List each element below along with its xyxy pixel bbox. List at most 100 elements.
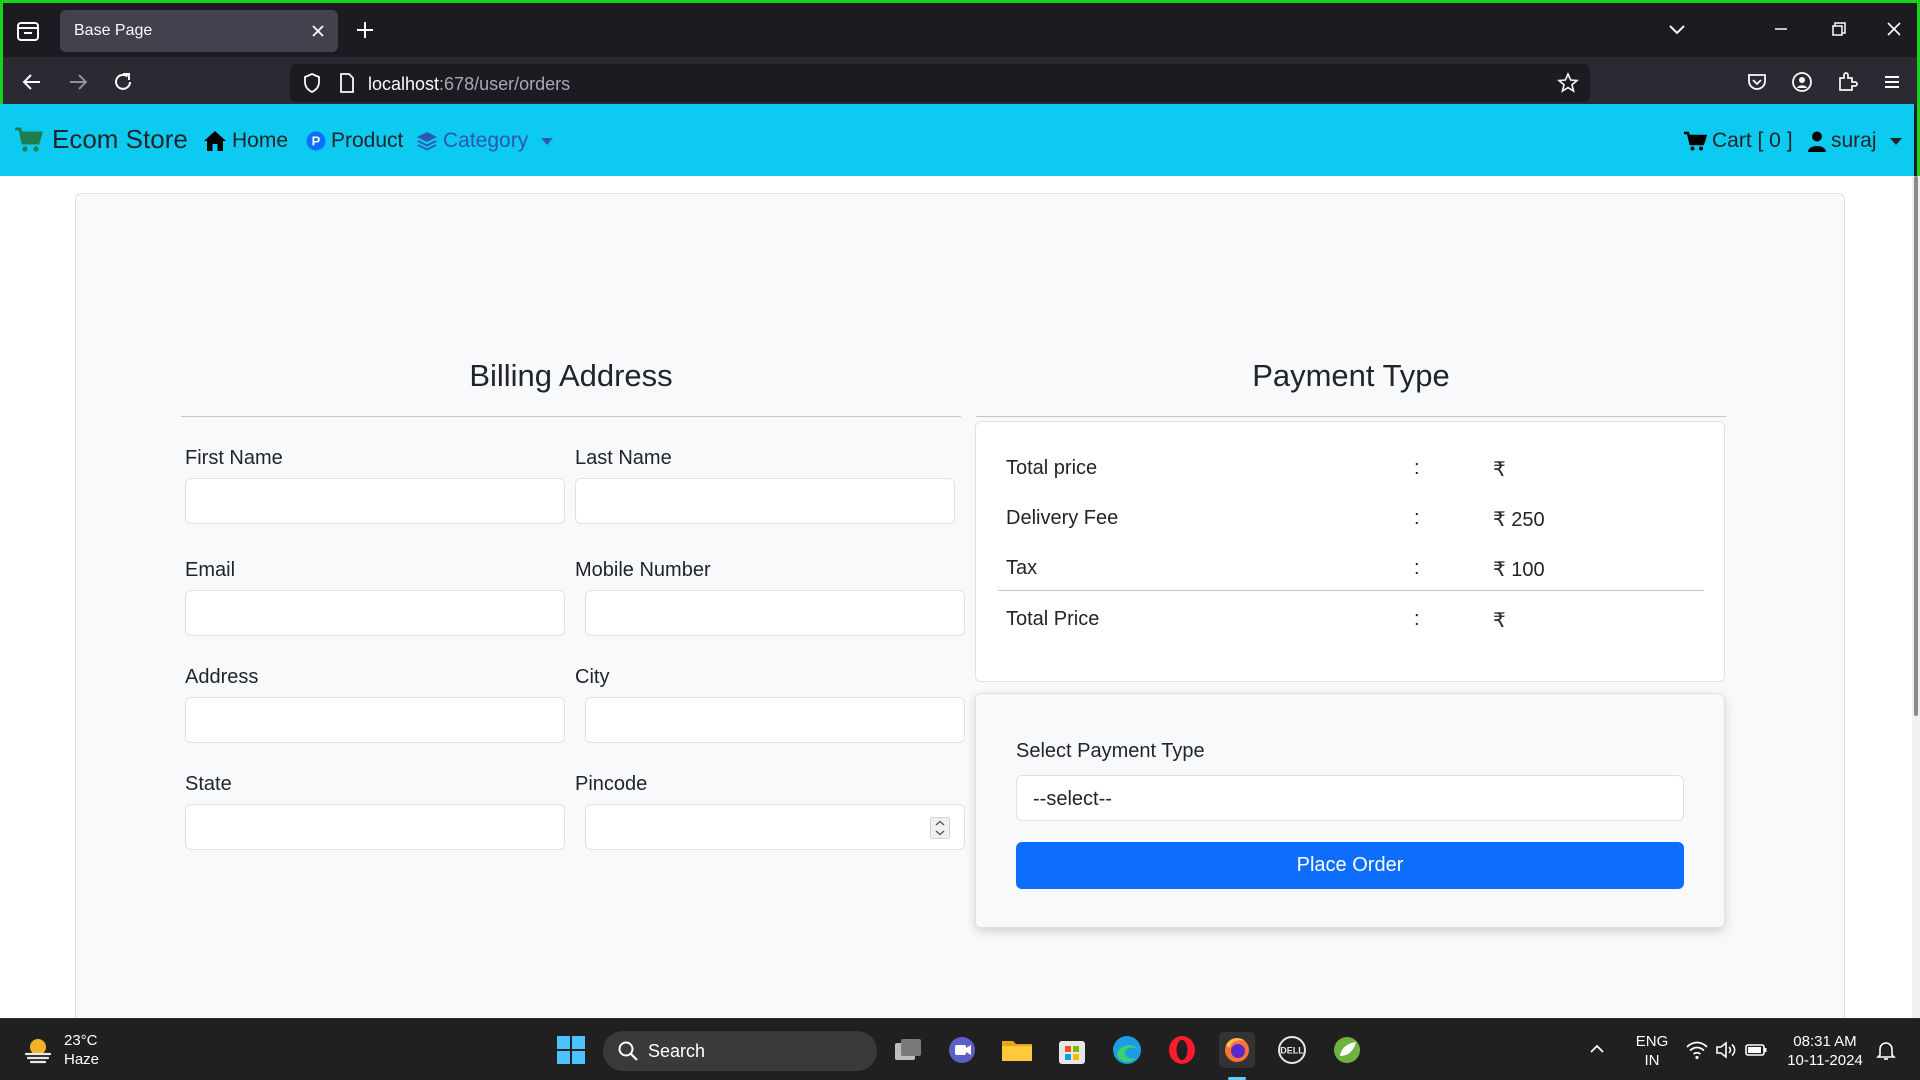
page-info-icon[interactable]: [335, 71, 359, 95]
summary-sep: :: [1414, 608, 1420, 630]
close-window-icon[interactable]: [1882, 17, 1906, 41]
city-input[interactable]: [585, 697, 965, 743]
brand-link[interactable]: Ecom Store: [14, 124, 188, 155]
summary-sep: :: [1414, 557, 1420, 579]
browser-toolbar: localhost:678/user/orders: [3, 57, 1917, 107]
account-icon[interactable]: [1789, 69, 1815, 95]
task-view-icon[interactable]: [890, 1032, 926, 1068]
last-name-label: Last Name: [575, 447, 672, 469]
first-name-label: First Name: [185, 447, 283, 469]
language-code: ENG: [1635, 1033, 1669, 1050]
site-navbar: Ecom Store Home P Product Category Cart …: [0, 104, 1914, 176]
battery-icon[interactable]: [1744, 1038, 1768, 1062]
close-icon[interactable]: [308, 21, 328, 41]
spring-tool-icon[interactable]: [1329, 1032, 1365, 1068]
summary-label: Tax: [1006, 557, 1038, 579]
opera-browser-icon[interactable]: [1164, 1032, 1200, 1068]
svg-text:DELL: DELL: [1280, 1046, 1304, 1056]
summary-divider: [998, 590, 1704, 591]
bookmark-star-icon[interactable]: [1556, 71, 1580, 95]
mobile-label: Mobile Number: [575, 559, 711, 581]
summary-sep: :: [1414, 507, 1420, 529]
back-icon[interactable]: [19, 69, 45, 95]
payment-divider: [976, 416, 1726, 417]
extensions-icon[interactable]: [1834, 69, 1860, 95]
restore-icon[interactable]: [1826, 17, 1850, 41]
layers-icon: [416, 130, 438, 152]
menu-icon[interactable]: [1879, 69, 1905, 95]
sun-haze-icon: [22, 1034, 54, 1066]
summary-value: ₹: [1493, 610, 1506, 632]
cart-icon: [1684, 131, 1707, 152]
url-host: localhost: [368, 74, 440, 94]
product-icon: P: [306, 131, 326, 151]
state-input[interactable]: [185, 804, 565, 850]
clock-time: 08:31 AM: [1793, 1033, 1857, 1050]
address-input[interactable]: [185, 697, 565, 743]
tab-list-icon[interactable]: [15, 18, 41, 44]
edge-browser-icon[interactable]: [1109, 1032, 1145, 1068]
nav-home[interactable]: Home: [203, 129, 288, 153]
address-bar[interactable]: localhost:678/user/orders: [290, 64, 1590, 102]
pocket-icon[interactable]: [1744, 69, 1770, 95]
reload-icon[interactable]: [110, 69, 136, 95]
place-order-button[interactable]: Place Order: [1016, 842, 1684, 889]
shield-icon[interactable]: [300, 71, 324, 95]
summary-label: Delivery Fee: [1006, 507, 1119, 529]
wifi-icon[interactable]: [1685, 1038, 1709, 1062]
weather-condition: Haze: [64, 1051, 100, 1068]
search-icon: [617, 1040, 639, 1062]
state-label: State: [185, 773, 232, 795]
billing-divider: [181, 416, 961, 417]
tab-title: Base Page: [74, 22, 153, 39]
dell-icon[interactable]: DELL: [1274, 1032, 1310, 1068]
payment-type-label: Select Payment Type: [1016, 740, 1205, 762]
nav-product[interactable]: P Product: [306, 129, 403, 153]
windows-start-icon[interactable]: [553, 1032, 589, 1068]
language-indicator[interactable]: ENG IN: [1630, 1032, 1674, 1070]
svg-text:P: P: [312, 134, 321, 149]
nav-user-dropdown[interactable]: suraj: [1808, 129, 1902, 153]
teams-chat-icon[interactable]: [944, 1032, 980, 1068]
minimize-icon[interactable]: [1769, 17, 1793, 41]
volume-icon[interactable]: [1714, 1038, 1738, 1062]
nav-cart[interactable]: Cart [ 0 ]: [1684, 129, 1793, 153]
nav-category-dropdown[interactable]: Category: [416, 129, 554, 153]
number-spinner-icon[interactable]: [930, 817, 950, 839]
order-summary-card: Total price : ₹ Delivery Fee : ₹ 250 Tax…: [975, 421, 1725, 682]
file-explorer-icon[interactable]: [999, 1032, 1035, 1068]
chevron-up-icon[interactable]: [1585, 1037, 1609, 1061]
billing-title: Billing Address: [469, 358, 673, 393]
clock[interactable]: 08:31 AM 10-11-2024: [1782, 1032, 1868, 1070]
address-label: Address: [185, 666, 259, 688]
last-name-input[interactable]: [575, 478, 955, 524]
first-name-input[interactable]: [185, 478, 565, 524]
temperature: 23°C: [64, 1032, 98, 1049]
nav-product-label: Product: [331, 129, 404, 152]
active-tab[interactable]: Base Page: [60, 10, 338, 52]
firefox-browser-icon[interactable]: [1219, 1032, 1255, 1068]
email-input[interactable]: [185, 590, 565, 636]
email-label: Email: [185, 559, 236, 581]
mobile-input[interactable]: [585, 590, 965, 636]
weather-widget[interactable]: 23°C Haze: [22, 1031, 99, 1069]
url-text: localhost:678/user/orders: [368, 74, 570, 95]
page-scrollbar[interactable]: [1912, 176, 1920, 1018]
home-icon: [203, 130, 227, 152]
taskbar-search[interactable]: Search: [603, 1031, 877, 1071]
search-text: Search: [648, 1041, 706, 1061]
microsoft-store-icon[interactable]: [1054, 1032, 1090, 1068]
payment-type-select[interactable]: --select--: [1016, 775, 1684, 821]
new-tab-icon[interactable]: [353, 18, 377, 42]
nav-home-label: Home: [232, 129, 289, 152]
nav-category-label: Category: [443, 129, 529, 152]
payment-select-card: Select Payment Type --select-- Place Ord…: [975, 693, 1725, 928]
forward-icon[interactable]: [65, 69, 91, 95]
pincode-input[interactable]: [585, 804, 965, 850]
notification-bell-icon[interactable]: [1874, 1038, 1898, 1062]
chevron-down-icon[interactable]: [1665, 17, 1689, 41]
brand-name: Ecom Store: [52, 124, 188, 154]
weather-text: 23°C Haze: [64, 1031, 99, 1069]
clock-date: 10-11-2024: [1787, 1052, 1863, 1069]
scrollbar-thumb[interactable]: [1914, 176, 1918, 716]
